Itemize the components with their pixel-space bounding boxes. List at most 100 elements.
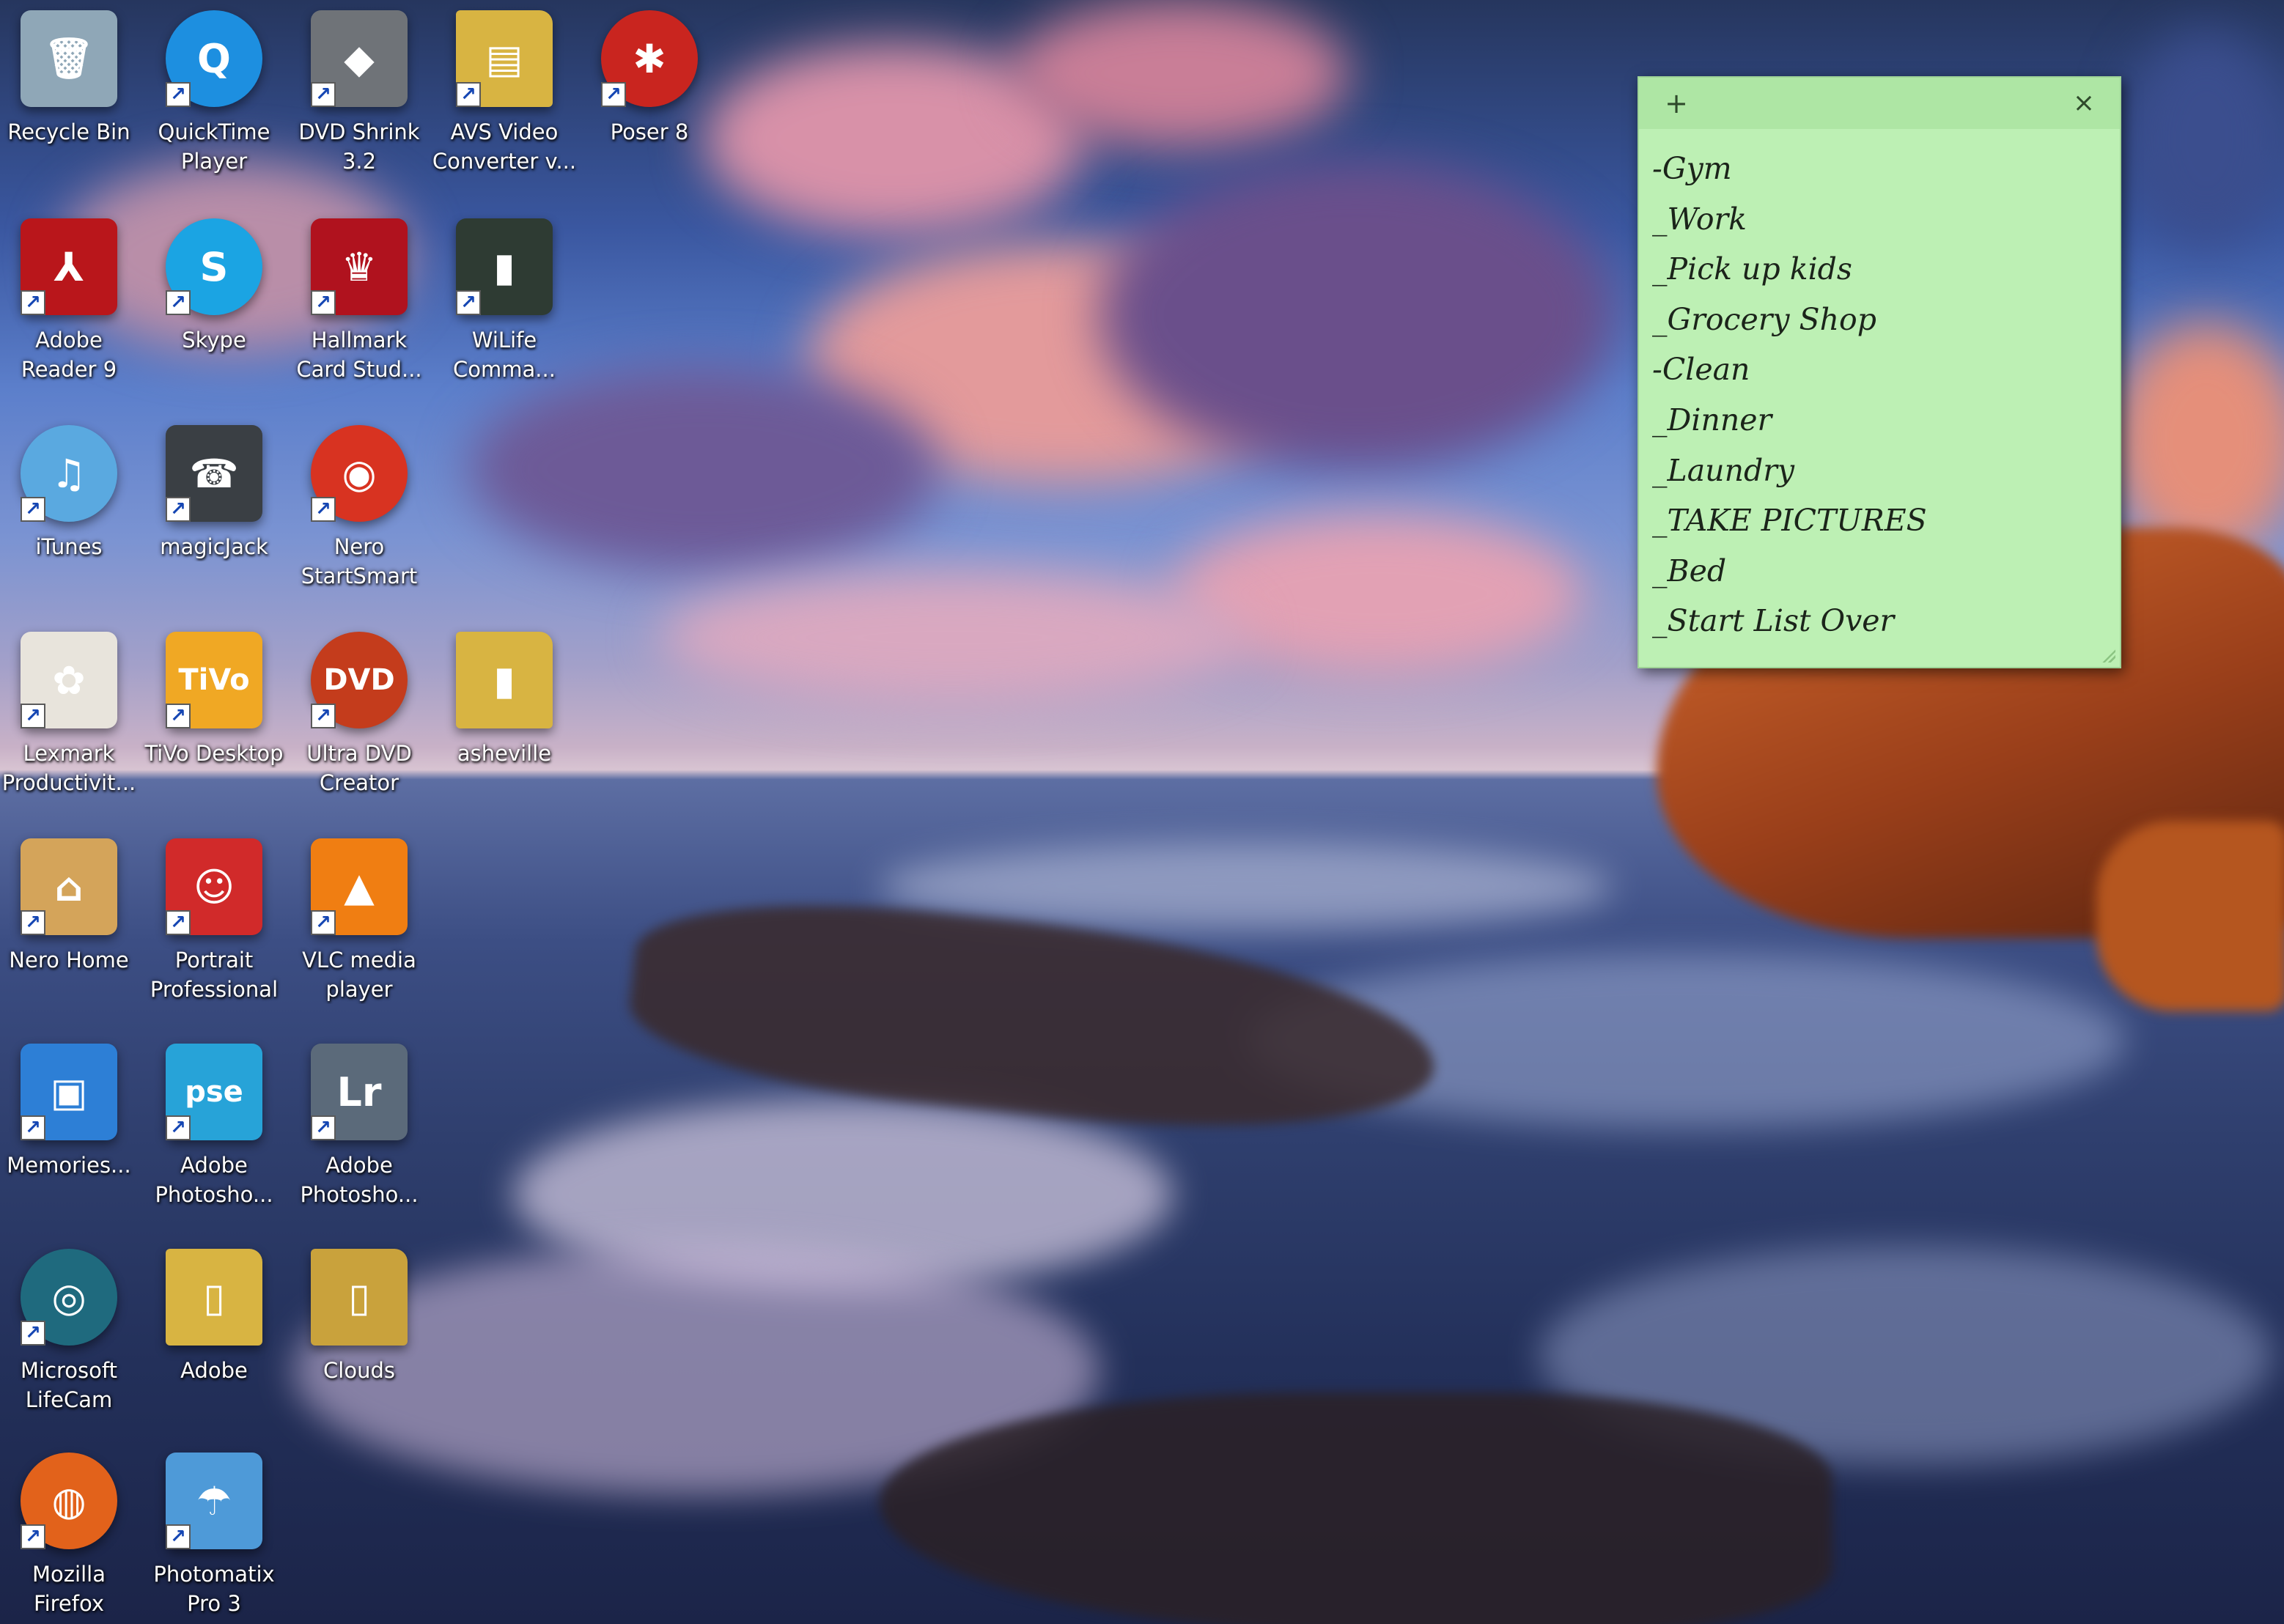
desktop-icon-label: Nero StartSmart (301, 534, 418, 588)
shortcut-arrow-icon: ↗ (21, 910, 45, 935)
desktop-icon-lexmark-productivity[interactable]: ✿ ↗ Lexmark Productivit... (0, 626, 142, 824)
magicjack-icon: ☎ ↗ (166, 425, 262, 522)
clouds-folder-icon: ▯ (311, 1249, 408, 1346)
desktop-icon-memories[interactable]: ▣ ↗ Memories... (0, 1038, 142, 1236)
desktop-icon-vlc-media-player[interactable]: ▲ ↗ VLC media player (286, 833, 432, 1030)
resize-grip[interactable] (2102, 649, 2115, 662)
add-note-button[interactable]: + (1658, 85, 1695, 122)
close-note-button[interactable]: × (2066, 85, 2102, 122)
poser-8-icon: ✱ ↗ (601, 10, 698, 107)
desktop-icon-ultra-dvd-creator[interactable]: DVD ↗ Ultra DVD Creator (286, 626, 432, 824)
desktop-icon-label: Clouds (323, 1358, 395, 1383)
desktop-icon-label: Recycle Bin (7, 119, 130, 144)
desktop-icon-portrait-professional[interactable]: ☺ ↗ Portrait Professional (141, 833, 287, 1030)
shortcut-arrow-icon: ↗ (166, 497, 191, 522)
sticky-note[interactable]: + × -Gym _Work _Pick up kids _Grocery Sh… (1638, 76, 2121, 668)
desktop-icon-recycle-bin[interactable]: 🗑 Recycle Bin (0, 4, 142, 202)
note-line: _Bed (1652, 553, 1727, 588)
note-line: _TAKE PICTURES (1652, 503, 1927, 539)
tivo-desktop-icon: TiVo ↗ (166, 632, 262, 728)
desktop-icon-skype[interactable]: S ↗ Skype (141, 213, 287, 410)
desktop-icon-grid: 🗑 Recycle Bin Q ↗ QuickTime Player ◆ ↗ DVD Shri… (0, 0, 698, 1624)
shortcut-arrow-icon: ↗ (456, 82, 481, 107)
adobe-photoshop-lightroom-icon: Lr ↗ (311, 1044, 408, 1140)
desktop-icon-photomatix-pro-3[interactable]: ☂ ↗ Photomatix Pro 3 (141, 1447, 287, 1624)
desktop-icon-label: Adobe Photosho... (155, 1153, 273, 1207)
desktop-icon-microsoft-lifecam[interactable]: ◎ ↗ Microsoft LifeCam (0, 1243, 142, 1441)
desktop-icon-asheville[interactable]: ▮ asheville (431, 626, 578, 824)
desktop-icon-tivo-desktop[interactable]: TiVo ↗ TiVo Desktop (141, 626, 287, 824)
wallpaper-cloud (1012, 0, 1349, 147)
dvd-shrink-icon: ◆ ↗ (311, 10, 408, 107)
wallpaper-cloud (2111, 322, 2284, 557)
desktop-icon-label: AVS Video Converter v... (432, 119, 577, 174)
portrait-professional-icon: ☺ ↗ (166, 838, 262, 935)
desktop-icon-label: Microsoft LifeCam (21, 1358, 117, 1412)
desktop-icon-label: Hallmark Card Stud... (296, 328, 422, 382)
asheville-icon: ▮ (456, 632, 553, 728)
recycle-bin-icon: 🗑 (21, 10, 117, 107)
desktop-icon-label: iTunes (35, 534, 103, 559)
shortcut-arrow-icon: ↗ (21, 1524, 45, 1549)
desktop-icon-label: Adobe Reader 9 (21, 328, 117, 382)
shortcut-arrow-icon: ↗ (21, 1115, 45, 1140)
desktop-icon-dvd-shrink[interactable]: ◆ ↗ DVD Shrink 3.2 (286, 4, 432, 202)
note-line: _Laundry (1652, 452, 1794, 488)
desktop-icon-label: magicJack (160, 534, 268, 559)
desktop-icon-nero-home[interactable]: ⌂ ↗ Nero Home (0, 833, 142, 1030)
desktop-icon-mozilla-firefox[interactable]: ◍ ↗ Mozilla Firefox (0, 1447, 142, 1624)
desktop-icon-label: Adobe Photosho... (300, 1153, 419, 1207)
shortcut-arrow-icon: ↗ (311, 497, 336, 522)
ultra-dvd-creator-icon: DVD ↗ (311, 632, 408, 728)
avs-video-converter-icon: ▤ ↗ (456, 10, 553, 107)
wallpaper-cliff (2096, 821, 2284, 1011)
desktop-icon-poser-8[interactable]: ✱ ↗ Poser 8 (576, 4, 723, 202)
shortcut-arrow-icon: ↗ (166, 704, 191, 728)
note-line: _Grocery Shop (1652, 301, 1876, 337)
quicktime-player-icon: Q ↗ (166, 10, 262, 107)
wallpaper-cloud (2126, 29, 2284, 249)
desktop-icon-adobe-folder[interactable]: ▯ Adobe (141, 1243, 287, 1441)
desktop-icon-label: TiVo Desktop (144, 741, 284, 766)
mozilla-firefox-icon: ◍ ↗ (21, 1453, 117, 1549)
desktop-icon-hallmark-card-studio[interactable]: ♛ ↗ Hallmark Card Stud... (286, 213, 432, 410)
wallpaper-cloud (660, 572, 1246, 704)
desktop-icon-label: Nero Home (9, 948, 129, 972)
shortcut-arrow-icon: ↗ (21, 290, 45, 315)
note-line: _Dinner (1652, 402, 1772, 438)
desktop-icon-clouds-folder[interactable]: ▯ Clouds (286, 1243, 432, 1441)
wallpaper-rock-ledge (880, 1392, 1832, 1624)
microsoft-lifecam-icon: ◎ ↗ (21, 1249, 117, 1346)
desktop-icon-adobe-reader-9[interactable]: ⅄ ↗ Adobe Reader 9 (0, 213, 142, 410)
desktop-icon-nero-startsmart[interactable]: ◉ ↗ Nero StartSmart (286, 419, 432, 617)
desktop-icon-label: asheville (457, 741, 552, 766)
note-line: _Work (1652, 201, 1747, 237)
desktop-icon-quicktime-player[interactable]: Q ↗ QuickTime Player (141, 4, 287, 202)
desktop-icon-avs-video-converter[interactable]: ▤ ↗ AVS Video Converter v... (431, 4, 578, 202)
shortcut-arrow-icon: ↗ (311, 82, 336, 107)
desktop-icon-label: QuickTime Player (158, 119, 270, 174)
shortcut-arrow-icon: ↗ (21, 1321, 45, 1346)
desktop-icon-label: VLC media player (302, 948, 416, 1002)
desktop-icon-wilife-command[interactable]: ▮ ↗ WiLife Comma... (431, 213, 578, 410)
itunes-icon: ♫ ↗ (21, 425, 117, 522)
note-line: -Gym (1652, 151, 1732, 186)
shortcut-arrow-icon: ↗ (311, 704, 336, 728)
nero-home-icon: ⌂ ↗ (21, 838, 117, 935)
desktop-icon-label: Portrait Professional (150, 948, 279, 1002)
desktop-icon-itunes[interactable]: ♫ ↗ iTunes (0, 419, 142, 617)
desktop-icon-adobe-photoshop-lightroom[interactable]: Lr ↗ Adobe Photosho... (286, 1038, 432, 1236)
hallmark-card-studio-icon: ♛ ↗ (311, 218, 408, 315)
sticky-note-header[interactable]: + × (1639, 78, 2120, 129)
desktop-icon-label: Poser 8 (610, 119, 689, 144)
shortcut-arrow-icon: ↗ (166, 290, 191, 315)
memories-icon: ▣ ↗ (21, 1044, 117, 1140)
desktop-icon-adobe-photoshop-elements[interactable]: pse ↗ Adobe Photosho... (141, 1038, 287, 1236)
sticky-note-text-area[interactable]: -Gym _Work _Pick up kids _Grocery Shop -… (1639, 129, 2120, 646)
shortcut-arrow-icon: ↗ (21, 497, 45, 522)
desktop-icon-label: Adobe (180, 1358, 248, 1383)
wilife-command-icon: ▮ ↗ (456, 218, 553, 315)
shortcut-arrow-icon: ↗ (166, 910, 191, 935)
adobe-folder-icon: ▯ (166, 1249, 262, 1346)
desktop-icon-magicjack[interactable]: ☎ ↗ magicJack (141, 419, 287, 617)
